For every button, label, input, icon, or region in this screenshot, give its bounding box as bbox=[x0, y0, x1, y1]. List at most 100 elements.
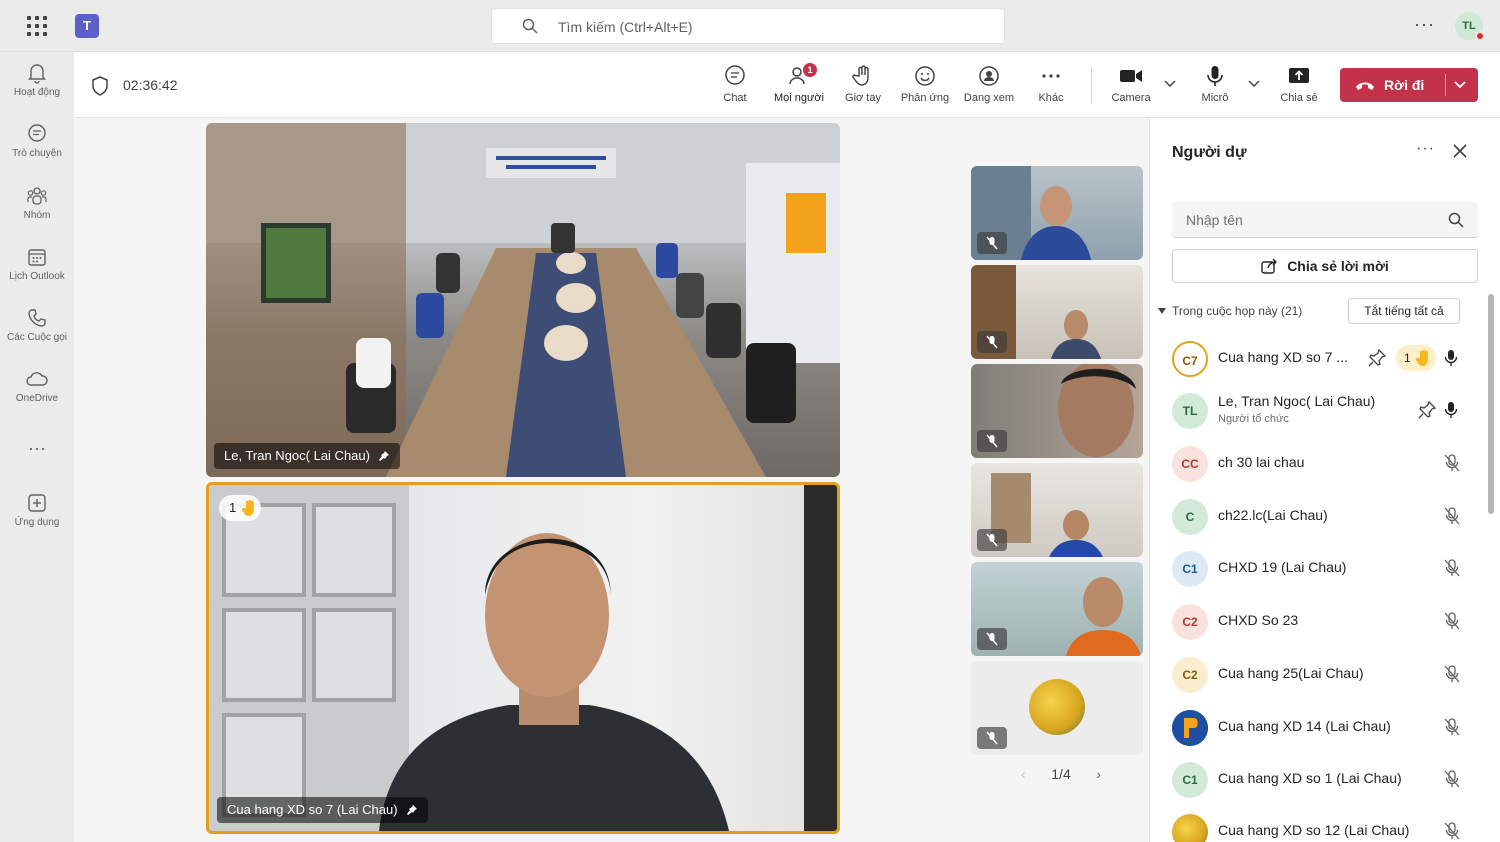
bell-icon bbox=[28, 64, 46, 84]
chat-button[interactable]: Chat bbox=[704, 64, 766, 112]
rail-label: Lịch Outlook bbox=[9, 271, 65, 282]
pin-icon[interactable] bbox=[1418, 401, 1436, 419]
teams-icon bbox=[27, 187, 47, 205]
camera-options-chevron-icon[interactable] bbox=[1164, 80, 1176, 88]
toolbar-divider bbox=[1091, 68, 1092, 104]
pin-icon[interactable] bbox=[1368, 349, 1386, 367]
share-invite-button[interactable]: Chia sẻ lời mời bbox=[1172, 249, 1478, 283]
hand-icon bbox=[852, 65, 869, 86]
close-icon[interactable] bbox=[1453, 144, 1467, 158]
teams-logo-icon: T bbox=[75, 14, 99, 38]
rail-item-calls[interactable]: Các Cuộc gọi bbox=[0, 307, 74, 367]
mic-options-chevron-icon[interactable] bbox=[1248, 80, 1260, 88]
video-thumbnail[interactable] bbox=[971, 562, 1143, 656]
mute-all-button[interactable]: Tắt tiếng tất cả bbox=[1348, 298, 1460, 324]
participant-row[interactable]: C ch22.lc(Lai Chau) bbox=[1168, 493, 1468, 541]
mic-off-icon bbox=[986, 731, 998, 745]
video-tile-active-speaker[interactable]: 1 Cua hang XD so 7 (Lai Chau) bbox=[206, 482, 840, 834]
share-label: Chia sẻ bbox=[1280, 92, 1318, 104]
video-thumbnail[interactable] bbox=[971, 265, 1143, 359]
participant-row[interactable]: C1 Cua hang XD so 1 (Lai Chau) bbox=[1168, 756, 1468, 804]
panel-more-icon[interactable]: ··· bbox=[1416, 140, 1435, 158]
meeting-timer: 02:36:42 bbox=[123, 77, 178, 93]
search-icon bbox=[522, 18, 538, 34]
participant-row[interactable]: C2 Cua hang 25(Lai Chau) bbox=[1168, 651, 1468, 699]
rail-item-apps[interactable]: Ứng dụng bbox=[0, 492, 74, 552]
video-thumbnail[interactable] bbox=[971, 463, 1143, 557]
gallery-pager: ‹ 1/4 › bbox=[1021, 766, 1101, 786]
muted-badge bbox=[977, 628, 1007, 650]
participant-row[interactable]: CC ch 30 lai chau bbox=[1168, 440, 1468, 488]
rail-item-onedrive[interactable]: OneDrive bbox=[0, 368, 74, 428]
caret-down-icon bbox=[1158, 308, 1166, 314]
participant-search-field[interactable] bbox=[1172, 202, 1478, 238]
camera-icon bbox=[1120, 70, 1142, 82]
panel-scrollbar[interactable] bbox=[1488, 294, 1494, 514]
video-tile-room[interactable]: Le, Tran Ngoc( Lai Chau) bbox=[206, 123, 840, 477]
mic-button[interactable]: Micrô bbox=[1184, 64, 1246, 112]
calendar-icon bbox=[28, 249, 46, 266]
more-apps-icon[interactable]: ··· bbox=[0, 438, 74, 459]
title-bar: T Tìm kiếm (Ctrl+Alt+E) ··· TL bbox=[0, 0, 1500, 52]
status-badge bbox=[1475, 31, 1485, 41]
react-button[interactable]: Phản ứng bbox=[894, 64, 956, 112]
participant-row[interactable]: C1 CHXD 19 (Lai Chau) bbox=[1168, 545, 1468, 593]
microphone-icon bbox=[1444, 350, 1458, 366]
participant-name: Cua hang XD 14 (Lai Chau) bbox=[1218, 718, 1391, 734]
video-thumbnail[interactable] bbox=[971, 661, 1143, 755]
rail-item-calendar[interactable]: Lịch Outlook bbox=[0, 246, 74, 306]
leave-label: Rời đi bbox=[1384, 77, 1425, 93]
people-button[interactable]: 1 Mọi người bbox=[768, 63, 830, 122]
mic-off-icon bbox=[986, 236, 998, 250]
people-badge: 1 bbox=[803, 63, 817, 77]
rail-item-activity[interactable]: Hoạt động bbox=[0, 62, 74, 122]
participant-role: Người tổ chức bbox=[1218, 413, 1289, 425]
raise-hand-button[interactable]: Giơ tay bbox=[832, 64, 894, 112]
search-placeholder: Tìm kiếm (Ctrl+Alt+E) bbox=[558, 19, 693, 35]
participant-name: Cua hang XD so 12 (Lai Chau) bbox=[1218, 822, 1410, 838]
video-thumbnail[interactable] bbox=[971, 166, 1143, 260]
participant-row[interactable]: Cua hang XD so 12 (Lai Chau) bbox=[1168, 808, 1468, 842]
mic-off-icon bbox=[986, 632, 998, 646]
next-page-chevron-icon[interactable]: › bbox=[1096, 766, 1101, 782]
phone-icon bbox=[28, 309, 46, 327]
rail-item-chat[interactable]: Trò chuyện bbox=[0, 123, 74, 183]
mic-off-icon bbox=[1444, 770, 1460, 788]
mic-label: Micrô bbox=[1201, 92, 1229, 104]
chat-icon bbox=[725, 65, 745, 85]
search-input[interactable]: Tìm kiếm (Ctrl+Alt+E) bbox=[491, 8, 1005, 44]
participant-search-input[interactable] bbox=[1172, 202, 1442, 238]
avatar: C1 bbox=[1172, 551, 1208, 587]
view-button[interactable]: Dạng xem bbox=[958, 64, 1020, 112]
user-avatar[interactable]: TL bbox=[1455, 12, 1485, 41]
raised-hand-badge: 1 bbox=[219, 495, 261, 521]
shield-icon[interactable] bbox=[91, 76, 109, 96]
share-button[interactable]: Chia sẻ bbox=[1268, 64, 1330, 112]
leave-button[interactable]: Rời đi bbox=[1340, 68, 1478, 102]
camera-button[interactable]: Camera bbox=[1100, 64, 1162, 112]
mic-off-icon bbox=[1444, 718, 1460, 736]
add-app-icon bbox=[28, 494, 46, 512]
participant-row[interactable]: Cua hang XD 14 (Lai Chau) bbox=[1168, 704, 1468, 752]
video-thumbnail[interactable] bbox=[971, 364, 1143, 458]
meeting-stage: Le, Tran Ngoc( Lai Chau) 1 Cua hang XD s… bbox=[74, 118, 1149, 842]
avatar: TL bbox=[1172, 393, 1208, 429]
previous-page-chevron-icon[interactable]: ‹ bbox=[1021, 766, 1026, 782]
microphone-icon bbox=[1444, 402, 1458, 418]
participant-name-tag: Le, Tran Ngoc( Lai Chau) bbox=[214, 443, 400, 469]
participant-row[interactable]: TL Le, Tran Ngoc( Lai Chau) Người tổ chứ… bbox=[1168, 387, 1468, 435]
raised-hand-badge: 1 bbox=[1396, 345, 1436, 371]
camera-label: Camera bbox=[1111, 92, 1151, 104]
leave-options-chevron-icon[interactable] bbox=[1452, 78, 1468, 92]
muted-badge bbox=[977, 430, 1007, 452]
in-meeting-section-header[interactable]: Trong cuộc họp này (21) bbox=[1158, 304, 1302, 318]
mic-off-icon bbox=[1444, 559, 1460, 577]
cloud-icon bbox=[26, 372, 48, 386]
participant-row[interactable]: C7 Cua hang XD so 7 ... 1 bbox=[1168, 335, 1468, 383]
rail-item-teams[interactable]: Nhóm bbox=[0, 185, 74, 245]
more-button[interactable]: Khác bbox=[1020, 64, 1082, 112]
app-launcher-icon[interactable] bbox=[25, 14, 49, 38]
participant-row[interactable]: C2 CHXD So 23 bbox=[1168, 598, 1468, 646]
settings-more-icon[interactable]: ··· bbox=[1414, 14, 1435, 35]
smiley-icon bbox=[915, 66, 935, 86]
